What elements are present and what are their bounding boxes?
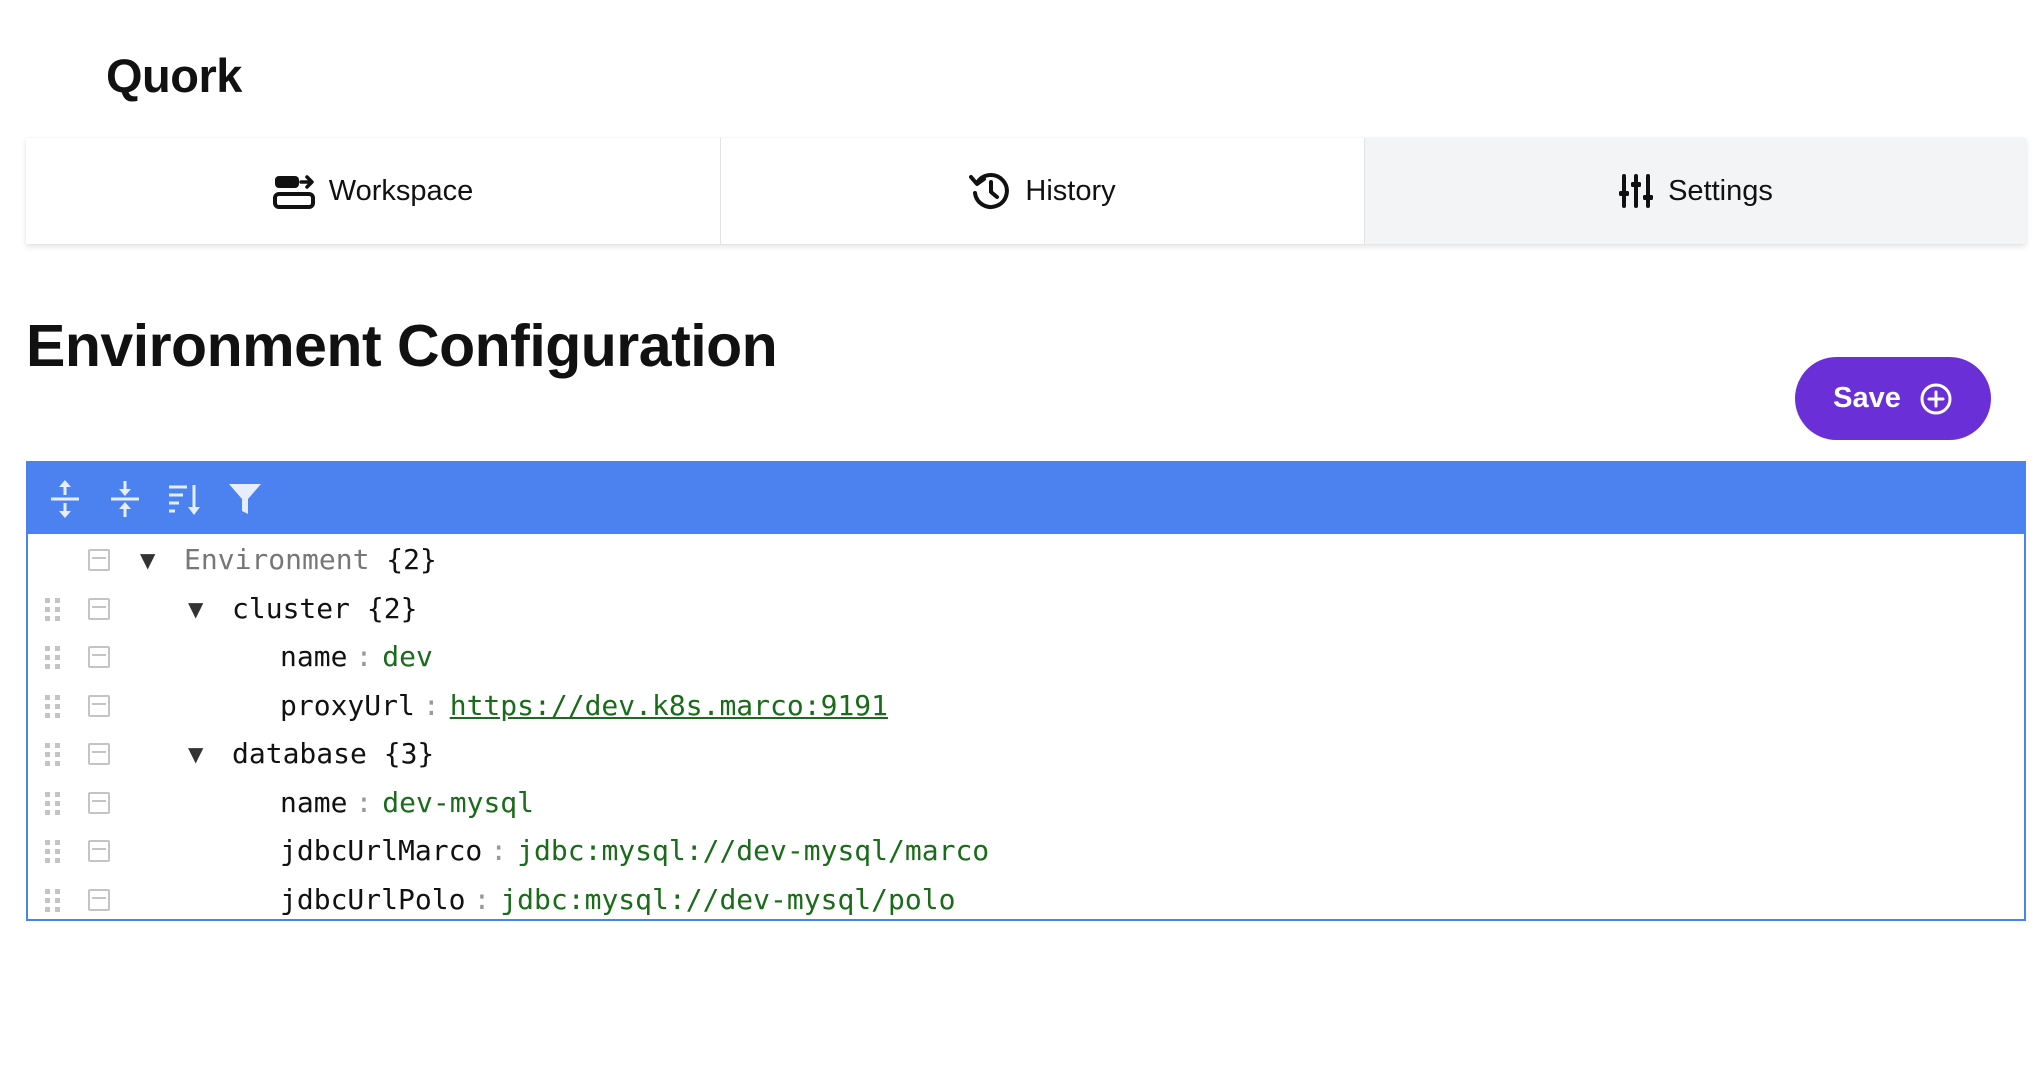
sliders-icon — [1618, 173, 1654, 209]
tree-field: Environment — [184, 543, 370, 576]
tree-separator: : — [473, 882, 491, 916]
collapse-all-icon — [111, 480, 139, 517]
save-button[interactable]: Save — [1795, 357, 1991, 440]
save-button-label: Save — [1833, 382, 1901, 414]
tree-separator: : — [355, 640, 373, 673]
context-menu-button[interactable] — [88, 597, 110, 620]
collapse-triangle-icon[interactable]: ▼ — [188, 585, 203, 634]
context-menu-button[interactable] — [88, 791, 110, 814]
tree-value[interactable]: dev — [382, 640, 433, 673]
sort-icon — [169, 484, 200, 515]
json-editor: ▼ Environment {2} ▼ cluster {2} name: de… — [26, 461, 2026, 921]
tree-value-link[interactable]: https://dev.k8s.marco:9191 — [450, 689, 888, 722]
drag-handle-icon[interactable] — [44, 888, 62, 914]
context-menu-button[interactable] — [88, 694, 110, 717]
tab-workspace[interactable]: Workspace — [26, 138, 721, 244]
tree-field[interactable]: jdbcUrlPolo — [280, 883, 465, 916]
tree-separator: : — [490, 834, 508, 867]
drag-handle-icon[interactable] — [44, 742, 62, 768]
tree-row: jdbcUrlPolo: jdbc:mysql://dev-mysql/polo — [28, 876, 2024, 925]
expand-all-button[interactable] — [42, 476, 88, 522]
drag-handle-icon[interactable] — [44, 791, 62, 817]
context-menu-button[interactable] — [88, 888, 110, 911]
json-editor-toolbar — [28, 463, 2024, 534]
page-title: Environment Configuration — [26, 313, 778, 379]
tree-row: name: dev — [28, 633, 2024, 682]
tree-count: {3} — [383, 737, 435, 770]
tree-field[interactable]: name — [280, 786, 347, 819]
plus-circle-icon — [1919, 382, 1953, 416]
tree-value[interactable]: jdbc:mysql://dev-mysql/marco — [517, 834, 989, 867]
drag-handle-icon[interactable] — [44, 839, 62, 865]
app-title: Quork — [106, 49, 242, 102]
tree-row: ▼ cluster {2} — [28, 585, 2024, 634]
history-icon — [969, 171, 1011, 211]
filter-icon — [229, 483, 261, 514]
expand-all-icon — [51, 479, 79, 518]
tab-workspace-label: Workspace — [328, 174, 474, 207]
tree-row: name: dev-mysql — [28, 779, 2024, 828]
filter-button[interactable] — [222, 476, 268, 522]
tree-count: {2} — [366, 591, 418, 625]
sort-button[interactable] — [162, 476, 208, 522]
tree-count: {2} — [386, 543, 437, 576]
context-menu-button[interactable] — [88, 646, 110, 668]
tree-field[interactable]: name — [280, 640, 347, 673]
json-tree: ▼ Environment {2} ▼ cluster {2} name: de… — [28, 534, 2024, 924]
tab-settings-label: Settings — [1668, 174, 1773, 207]
tree-field: database — [232, 737, 367, 770]
main-tabs: Workspace History Settings — [26, 138, 2026, 244]
tree-separator: : — [355, 785, 373, 819]
drag-handle-icon[interactable] — [44, 597, 62, 623]
tree-field[interactable]: jdbcUrlMarco — [280, 834, 482, 867]
tab-history[interactable]: History — [721, 138, 1365, 244]
drag-handle-icon[interactable] — [44, 645, 62, 671]
tab-history-label: History — [1025, 174, 1116, 207]
tree-row-root: ▼ Environment {2} — [28, 536, 2024, 585]
context-menu-button[interactable] — [88, 549, 110, 571]
context-menu-button[interactable] — [88, 743, 110, 765]
collapse-all-button[interactable] — [102, 476, 148, 522]
drag-handle-icon[interactable] — [44, 694, 62, 720]
tree-separator: : — [422, 688, 440, 722]
tree-field: cluster — [232, 591, 351, 625]
tree-field[interactable]: proxyUrl — [280, 689, 415, 722]
tree-value[interactable]: jdbc:mysql://dev-mysql/polo — [500, 883, 955, 916]
collapse-triangle-icon[interactable]: ▼ — [188, 730, 203, 779]
workspace-icon — [272, 172, 315, 210]
tree-value[interactable]: dev-mysql — [382, 786, 534, 819]
context-menu-button[interactable] — [88, 840, 110, 862]
collapse-triangle-icon[interactable]: ▼ — [140, 536, 155, 585]
tree-row: jdbcUrlMarco: jdbc:mysql://dev-mysql/marc… — [28, 827, 2024, 876]
tree-row: proxyUrl: https://dev.k8s.marco:9191 — [28, 682, 2024, 731]
tab-settings[interactable]: Settings — [1365, 138, 2026, 244]
tree-row: ▼ database {3} — [28, 730, 2024, 779]
